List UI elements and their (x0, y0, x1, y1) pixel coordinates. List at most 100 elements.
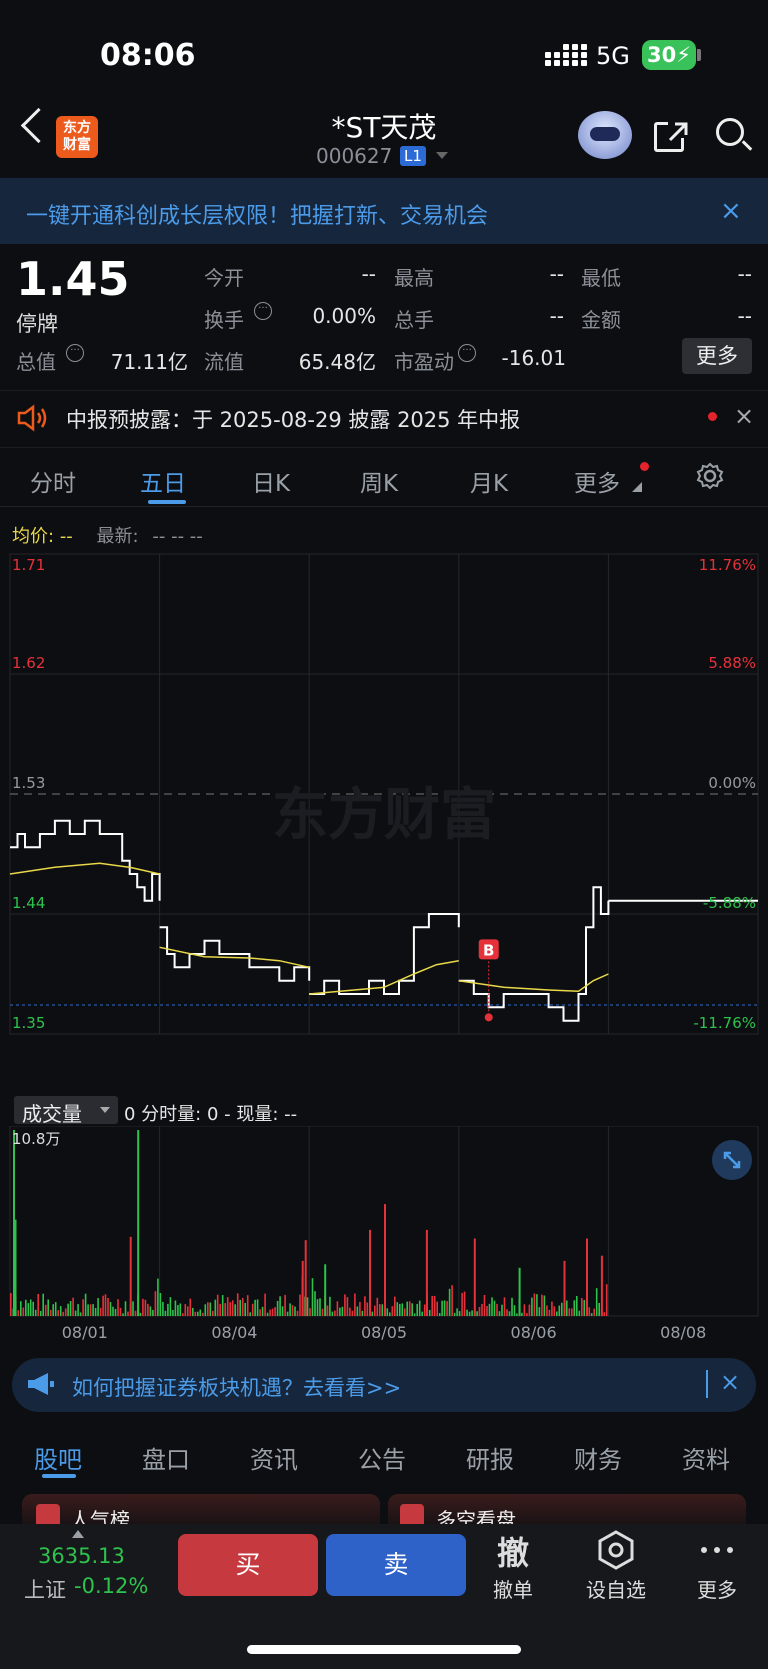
tab-weekly-k[interactable]: 周K (360, 464, 398, 498)
chevron-down-icon[interactable] (100, 1107, 110, 1113)
volume-spike (473, 1238, 476, 1316)
level-badge[interactable]: L1 (400, 146, 426, 166)
volume-bar (568, 1308, 571, 1316)
volume-bar (408, 1301, 411, 1316)
volume-bar (528, 1304, 531, 1316)
volume-bar (341, 1306, 344, 1316)
info-icon[interactable]: ··· (458, 344, 476, 362)
unread-dot (708, 412, 717, 421)
buy-button[interactable]: 买 (178, 1534, 318, 1596)
volume-bar (289, 1303, 291, 1316)
signal-icon (545, 44, 587, 66)
stock-code[interactable]: 000627 (316, 144, 392, 168)
more-dots-icon[interactable] (700, 1546, 734, 1554)
y-tick-label-right: 11.76% (699, 556, 756, 574)
x-tick-label: 08/01 (62, 1323, 108, 1342)
index-name[interactable]: 上证 (24, 1574, 66, 1604)
volume-bar (174, 1300, 177, 1316)
volume-bar (403, 1308, 406, 1316)
volume-bar (177, 1305, 179, 1316)
volume-bar (214, 1299, 217, 1316)
sell-button[interactable]: 卖 (326, 1534, 466, 1596)
close-icon[interactable]: × (734, 402, 754, 430)
volume-bar (234, 1304, 236, 1316)
tab-forum[interactable]: 股吧 (34, 1440, 82, 1475)
tab-announcements[interactable]: 公告 (358, 1440, 406, 1475)
volume-bar (463, 1291, 466, 1316)
volume-bar (488, 1303, 491, 1316)
volume-bar (94, 1308, 97, 1316)
price-chart[interactable]: 东方财富 1.71 11.76% 1.62 5.88% 1.53 0.00% 1.44 -5.… (0, 552, 768, 1092)
volume-bar (199, 1309, 202, 1316)
volume-bar (162, 1301, 164, 1316)
volume-bar (356, 1306, 359, 1316)
volume-chart[interactable]: 10.8万 08/01 08/04 08/05 08/06 08/08 (0, 1126, 768, 1354)
volume-bar (104, 1294, 107, 1316)
quote-more-button[interactable]: 更多 (682, 338, 752, 374)
tab-monthly-k[interactable]: 月K (470, 464, 508, 498)
tab-research[interactable]: 研报 (466, 1440, 514, 1475)
cancel-order-label[interactable]: 撤单 (468, 1574, 558, 1603)
info-icon[interactable]: ··· (254, 302, 272, 320)
volume-bar (416, 1303, 418, 1316)
promo-banner-text[interactable]: 一键开通科创成长层权限！把握打新、交易机会 (26, 198, 488, 230)
volume-spike (137, 1130, 140, 1316)
watermark: 东方财富 (272, 783, 496, 848)
tab-profile[interactable]: 资料 (682, 1440, 730, 1475)
x-tick-label: 08/04 (211, 1323, 257, 1342)
volume-bar (316, 1299, 319, 1316)
tab-news[interactable]: 资讯 (250, 1440, 298, 1475)
volume-bar (52, 1304, 54, 1316)
volume-bar (595, 1288, 598, 1316)
chevron-down-icon[interactable] (436, 152, 448, 159)
volume-bar (259, 1309, 261, 1316)
quote-label-market-cap: 总值 (16, 350, 56, 374)
volume-bar (436, 1301, 438, 1316)
volume-bar (192, 1307, 194, 1316)
close-icon[interactable]: × (720, 196, 742, 226)
volume-bar (99, 1307, 102, 1316)
y-tick-label: 1.53 (12, 774, 45, 792)
volume-bar (461, 1292, 463, 1316)
volume-bar (501, 1304, 503, 1316)
long-short-card-title[interactable]: 多空看盘 (436, 1504, 516, 1524)
cancel-order-icon[interactable]: 撤 (468, 1528, 558, 1574)
add-watchlist-label[interactable]: 设自选 (571, 1574, 661, 1603)
volume-bar (117, 1299, 119, 1316)
quote-label-turnover: 换手 (204, 308, 244, 332)
volume-bar (498, 1311, 501, 1316)
volume-spike (586, 1238, 588, 1316)
ad-text[interactable]: 如何把握证券板块机遇？去看看>> (72, 1372, 401, 1402)
tab-daily-k[interactable]: 日K (252, 464, 290, 498)
expand-icon[interactable] (712, 1140, 752, 1180)
index-value[interactable]: 3635.13 (38, 1544, 125, 1568)
volume-bar (72, 1297, 74, 1316)
volume-bar (571, 1308, 573, 1316)
volume-bar (226, 1297, 229, 1316)
indicator-selector-label[interactable]: 成交量 (22, 1098, 82, 1127)
stock-name: *ST天茂 (331, 111, 437, 144)
volume-bar (124, 1301, 127, 1316)
watchlist-icon[interactable] (596, 1530, 636, 1570)
gear-icon[interactable] (696, 462, 724, 490)
tab-more[interactable]: 更多 (574, 464, 620, 498)
tab-intraday[interactable]: 分时 (30, 464, 76, 498)
notice-text[interactable]: 中报预披露：于 2025-08-29 披露 2025 年中报 (66, 404, 520, 434)
more-label[interactable]: 更多 (672, 1574, 762, 1603)
tab-five-day[interactable]: 五日 (140, 464, 186, 498)
quote-label-low: 最低 (581, 266, 621, 290)
volume-bar (84, 1293, 87, 1316)
trade-marker: B (478, 939, 499, 1022)
close-icon[interactable]: × (720, 1368, 740, 1396)
tab-order-book[interactable]: 盘口 (142, 1440, 190, 1475)
popularity-card-title[interactable]: 人气榜 (70, 1504, 130, 1524)
volume-spike (384, 1204, 386, 1316)
search-icon[interactable] (716, 118, 744, 146)
volume-bar (42, 1293, 44, 1316)
tab-financials[interactable]: 财务 (574, 1440, 622, 1475)
info-icon[interactable]: ··· (66, 344, 84, 362)
index-change[interactable]: -0.12% (74, 1574, 148, 1598)
share-arrow-icon (668, 122, 688, 142)
volume-bar (401, 1303, 404, 1316)
volume-bar (279, 1296, 281, 1316)
